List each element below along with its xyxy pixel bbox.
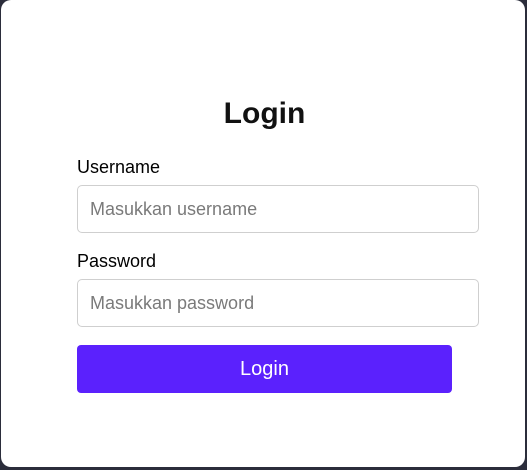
password-input[interactable] <box>77 279 479 327</box>
login-title: Login <box>223 97 306 130</box>
username-input[interactable] <box>77 185 479 233</box>
login-card: Login Username Password Login <box>1 0 525 467</box>
username-label: Username <box>77 157 161 177</box>
login-button[interactable]: Login <box>77 345 452 393</box>
password-label: Password <box>77 251 157 271</box>
